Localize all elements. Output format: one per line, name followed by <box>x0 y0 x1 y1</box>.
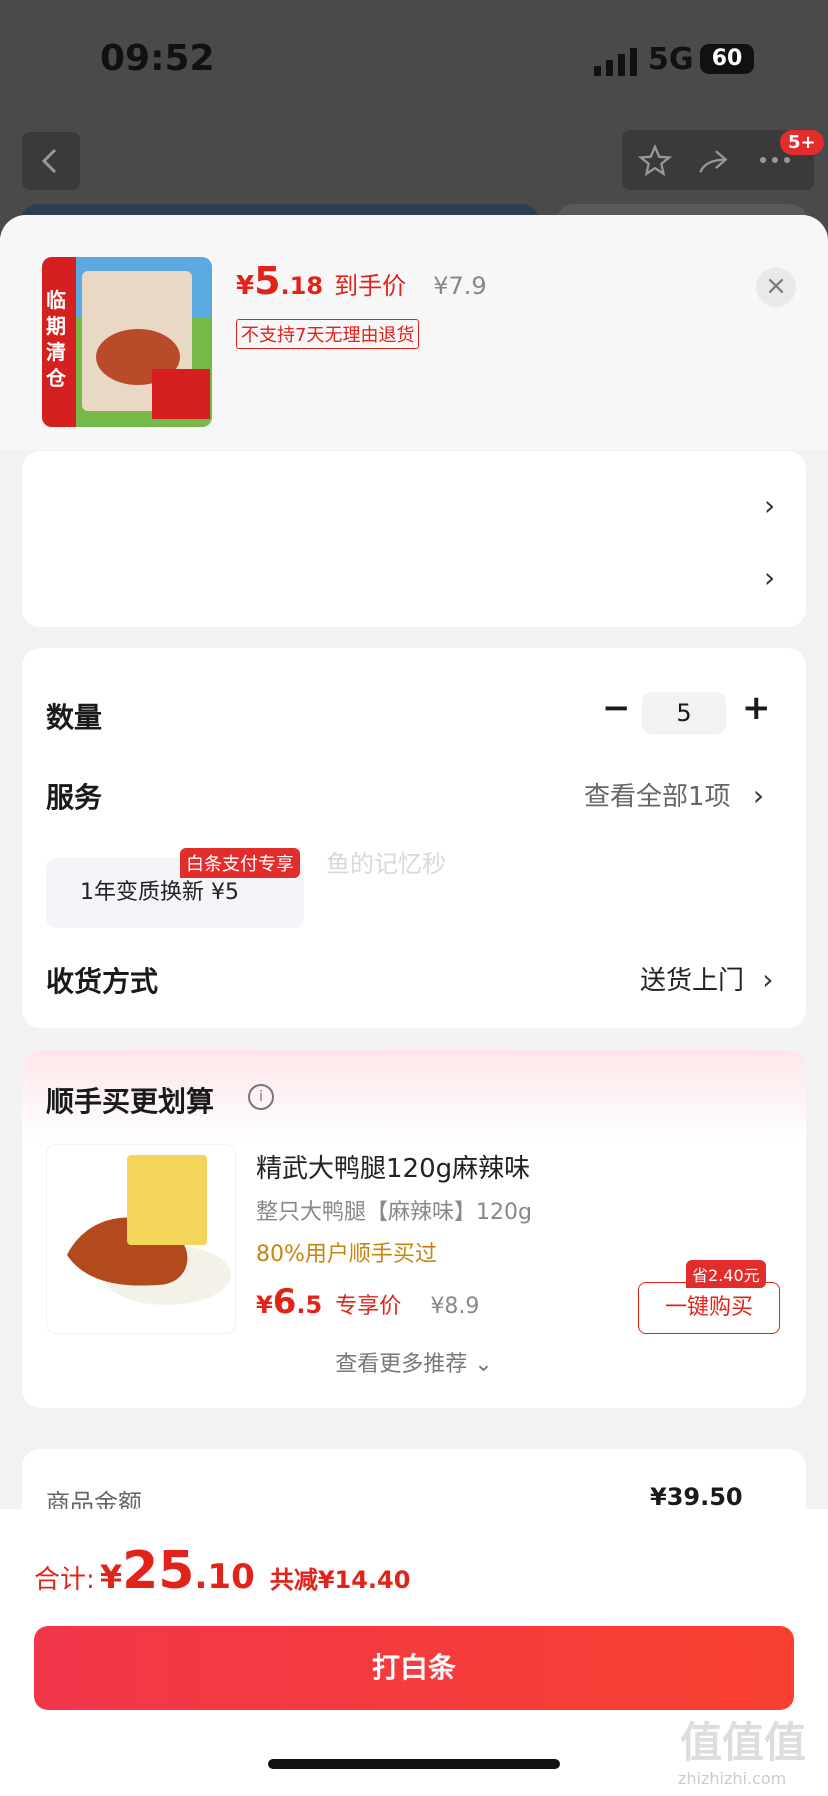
price-label: 到手价 <box>334 272 407 300</box>
total-discount: 共减¥14.40 <box>269 1566 411 1594</box>
share-icon[interactable] <box>696 144 730 178</box>
star-icon[interactable] <box>638 144 672 178</box>
chevron-right-icon[interactable]: › <box>764 561 775 594</box>
product-header: 临期清仓 ¥5.18 到手价 ¥7.9 不支持7天无理由退货 × <box>0 215 828 450</box>
checkout-bar: 合计: ¥25.10 共减¥14.40 打白条 值值值 zhizhizhi.co… <box>0 1509 828 1796</box>
chevron-right-icon: › <box>762 963 774 996</box>
quantity-increase-button[interactable]: + <box>742 688 771 728</box>
info-icon[interactable]: i <box>248 1084 274 1110</box>
original-price: ¥7.9 <box>433 272 487 300</box>
watermark: 鱼的记忆秒 <box>326 850 446 878</box>
price-dec: .18 <box>280 272 324 300</box>
total-label: 合计: <box>34 1565 95 1595</box>
more-recommend-link[interactable]: 查看更多推荐 ⌄ <box>22 1346 806 1378</box>
chevron-right-icon: › <box>752 779 765 812</box>
thumb-tag: 临期清仓 <box>46 288 66 390</box>
message-badge: 5+ <box>780 130 824 155</box>
duck-leg-image <box>47 1145 235 1333</box>
recommend-item-price: ¥6.5 专享价 ¥8.9 <box>256 1282 479 1322</box>
service-badge: 白条支付专享 <box>180 848 300 878</box>
delivery-selector[interactable]: 送货上门 › <box>640 960 773 997</box>
home-indicator[interactable] <box>268 1759 560 1769</box>
product-price: ¥5.18 到手价 ¥7.9 <box>236 259 487 303</box>
service-link-label: 查看全部1项 <box>584 782 731 812</box>
rec-price-label: 专享价 <box>335 1294 402 1319</box>
rec-orig-price: ¥8.9 <box>430 1294 480 1319</box>
chevron-right-icon[interactable]: › <box>764 489 775 522</box>
price-int: 5 <box>254 259 281 303</box>
delivery-value: 送货上门 <box>640 966 745 996</box>
close-button[interactable]: × <box>756 267 796 307</box>
signal-icon <box>594 48 637 76</box>
price-currency: ¥ <box>236 271 255 301</box>
recommend-title: 顺手买更划算 <box>46 1085 215 1118</box>
delivery-label: 收货方式 <box>46 965 159 998</box>
options-card: 数量 − 5 + 服务 查看全部1项 › 1年变质换新 ¥5 白条支付专享 鱼的… <box>22 648 806 1028</box>
quantity-decrease-button[interactable]: − <box>602 688 631 728</box>
rec-price-dec: .5 <box>296 1291 323 1319</box>
spec-card: › › <box>22 451 806 627</box>
no-return-tag: 不支持7天无理由退货 <box>236 319 420 349</box>
quick-buy-button[interactable]: 一键购买 <box>638 1282 780 1334</box>
chevron-left-icon <box>41 148 57 174</box>
network-label: 5G <box>648 42 694 77</box>
product-thumbnail[interactable]: 临期清仓 <box>42 257 212 427</box>
status-time: 09:52 <box>100 38 215 79</box>
site-url: zhizhizhi.com <box>678 1769 787 1788</box>
quantity-input[interactable]: 5 <box>642 692 726 734</box>
recommend-item-spec: 整只大鸭腿【麻辣味】120g <box>256 1200 532 1225</box>
recommend-item-image[interactable] <box>46 1144 236 1334</box>
quantity-label: 数量 <box>46 701 103 734</box>
total-summary: 合计: ¥25.10 共减¥14.40 <box>34 1541 410 1601</box>
subtotal-value: ¥39.50 <box>650 1483 743 1511</box>
more-icon[interactable] <box>758 154 792 166</box>
rec-price-int: 6 <box>272 1282 297 1322</box>
total-currency: ¥ <box>99 1558 123 1596</box>
rec-price-currency: ¥ <box>256 1291 273 1319</box>
back-button[interactable] <box>22 132 80 190</box>
service-label: 服务 <box>46 781 103 814</box>
pay-button[interactable]: 打白条 <box>34 1626 794 1710</box>
recommend-card: 顺手买更划算 i 精武大鸭腿120g麻辣味 整只大鸭腿【麻辣味】120g 80%… <box>22 1050 806 1408</box>
recommend-item-name[interactable]: 精武大鸭腿120g麻辣味 <box>256 1148 530 1185</box>
close-icon: × <box>765 271 787 301</box>
battery-icon: 60 <box>700 44 754 74</box>
site-logo: 值值值 <box>680 1718 807 1767</box>
total-int: 25 <box>122 1541 195 1601</box>
service-link[interactable]: 查看全部1项 › <box>584 776 764 813</box>
total-dec: .10 <box>194 1557 255 1597</box>
recommend-item-stat: 80%用户顺手买过 <box>256 1242 437 1267</box>
save-tag: 省2.40元 <box>686 1260 766 1288</box>
